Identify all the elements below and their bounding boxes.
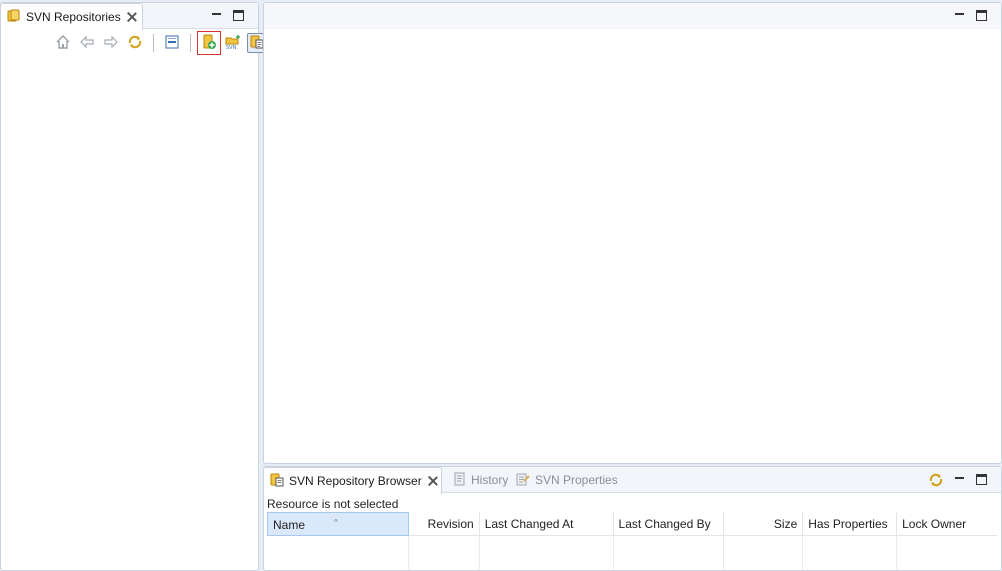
table-column-last-changed-at: [480, 536, 614, 570]
column-header-last-changed-by[interactable]: Last Changed By: [614, 512, 725, 536]
new-repository-location-button[interactable]: [197, 31, 221, 55]
tab-label: SVN Properties: [535, 473, 618, 487]
sort-ascending-icon: ^: [334, 518, 338, 527]
collapse-all-button[interactable]: [162, 33, 182, 53]
column-header-size[interactable]: Size: [724, 512, 804, 536]
svn-repositories-view: SVN Repositories SVN: [0, 2, 267, 571]
table-column-size: [724, 536, 804, 570]
editor-tabbar: [264, 3, 1001, 29]
bottom-view-window-controls: [954, 474, 987, 485]
column-label: Last Changed By: [618, 517, 711, 531]
maximize-icon[interactable]: [976, 10, 987, 21]
refresh-icon: [127, 34, 143, 53]
maximize-icon[interactable]: [233, 10, 244, 21]
new-repository-location-icon: [201, 34, 217, 53]
column-header-revision[interactable]: Revision: [409, 512, 480, 536]
history-icon: [452, 472, 466, 489]
forward-icon: [103, 34, 119, 53]
left-view-toolbar: SVN: [53, 31, 267, 55]
import-svn-icon: SVN: [225, 34, 241, 53]
editor-area: [263, 2, 1002, 464]
bottom-view-tabbar: SVN Repository Browser History SVN Prope…: [263, 467, 1001, 494]
table-column-lock-owner: [897, 536, 997, 570]
column-label: Size: [773, 517, 798, 531]
table-column-has-properties: [803, 536, 898, 570]
toolbar-separator: [153, 34, 154, 52]
back-button[interactable]: [77, 33, 97, 53]
left-view-window-controls: [211, 10, 244, 21]
minimize-icon[interactable]: [954, 474, 965, 485]
column-header-last-changed-at[interactable]: Last Changed At: [480, 512, 614, 536]
table-header: ^ Name Revision Last Changed At Last Cha…: [267, 512, 997, 536]
column-label: Has Properties: [808, 517, 888, 531]
svn-repository-icon: [7, 9, 21, 26]
toolbar-separator: [190, 34, 191, 52]
table-body: [267, 536, 997, 570]
forward-button[interactable]: [101, 33, 121, 53]
tab-label: History: [471, 473, 509, 487]
column-label: Last Changed At: [484, 517, 574, 531]
collapse-all-icon: [164, 34, 180, 53]
status-text: Resource is not selected: [267, 497, 399, 511]
refresh-icon: [928, 473, 944, 491]
minimize-icon[interactable]: [954, 10, 965, 21]
tab-svn-repository-browser[interactable]: SVN Repository Browser: [263, 467, 442, 494]
table-column-name: [267, 536, 409, 570]
svn-repository-browser-view: SVN Repository Browser History SVN Prope…: [263, 466, 1002, 571]
import-svn-button[interactable]: SVN: [223, 33, 243, 53]
back-icon: [79, 34, 95, 53]
column-label: Revision: [427, 517, 474, 531]
repository-browser-icon: [270, 473, 284, 490]
close-icon[interactable]: [127, 12, 136, 22]
column-label: Lock Owner: [902, 517, 967, 531]
tab-label: SVN Repositories: [26, 10, 121, 24]
column-label: Name: [273, 518, 306, 532]
column-header-lock-owner[interactable]: Lock Owner: [897, 512, 997, 536]
table-column-revision: [409, 536, 480, 570]
left-view-tabbar: SVN Repositories: [0, 3, 258, 30]
tab-svn-properties[interactable]: SVN Properties: [510, 467, 630, 493]
table-column-last-changed-by: [614, 536, 725, 570]
tab-svn-repositories[interactable]: SVN Repositories: [0, 3, 143, 30]
home-button[interactable]: [53, 33, 73, 53]
column-header-name[interactable]: ^ Name: [267, 512, 409, 536]
tab-label: SVN Repository Browser: [289, 474, 422, 488]
svg-text:SVN: SVN: [226, 45, 237, 50]
editor-window-controls: [954, 10, 987, 21]
close-icon[interactable]: [428, 476, 435, 486]
home-icon: [55, 34, 71, 53]
minimize-icon[interactable]: [211, 10, 222, 21]
column-header-has-properties[interactable]: Has Properties: [803, 512, 898, 536]
properties-icon: [516, 472, 530, 489]
refresh-button[interactable]: [928, 472, 944, 491]
refresh-button[interactable]: [125, 33, 145, 53]
maximize-icon[interactable]: [976, 474, 987, 485]
